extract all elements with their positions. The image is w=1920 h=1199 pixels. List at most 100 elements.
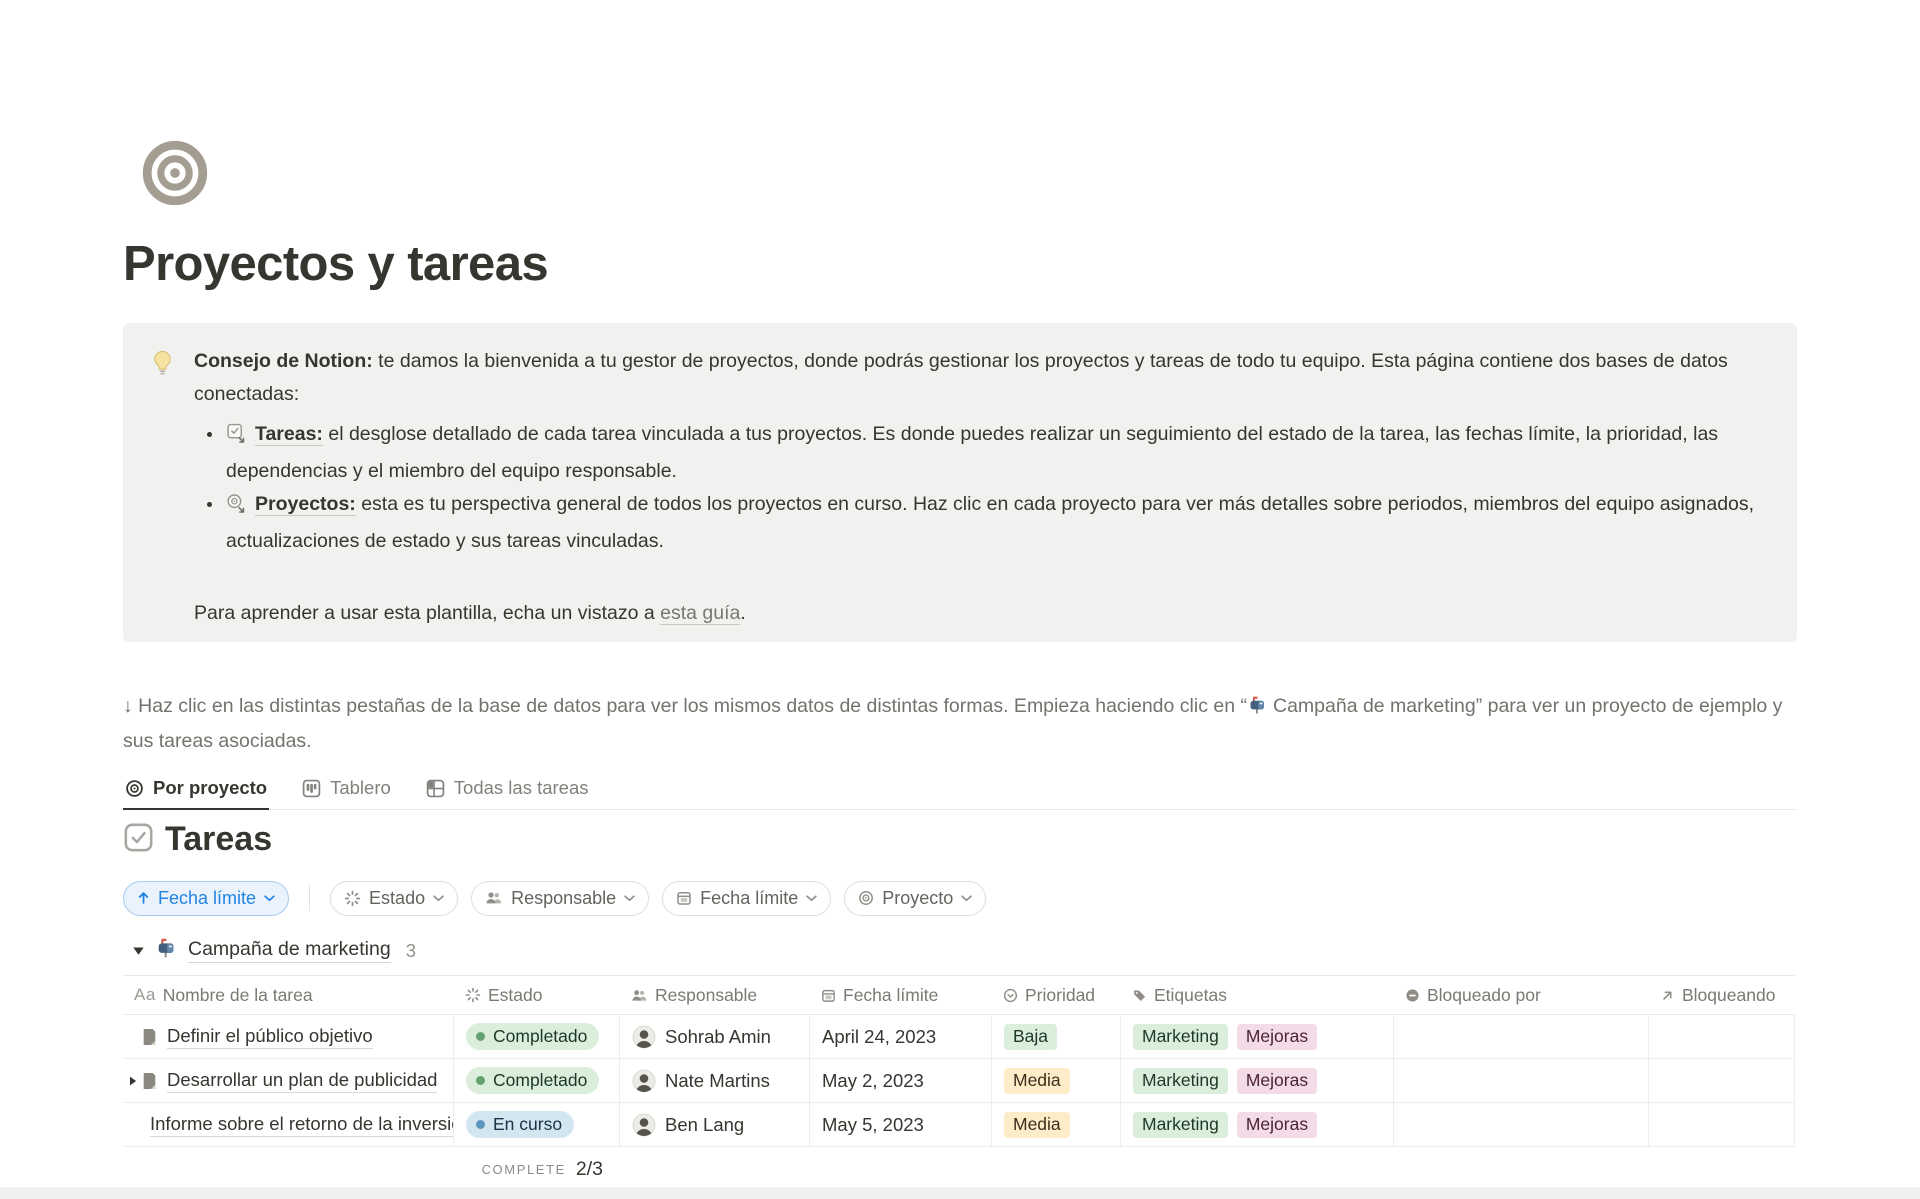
status-badge: En curso: [466, 1111, 574, 1138]
lightbulb-icon: [149, 345, 179, 642]
status-spinner-icon: [344, 890, 361, 907]
sort-asc-icon: [137, 891, 150, 905]
due-date-cell[interactable]: April 24, 2023: [810, 1015, 992, 1058]
priority-icon: [1003, 988, 1018, 1003]
callout-intro-text: te damos la bienvenida a tu gestor de pr…: [194, 350, 1728, 405]
bullet-proyectos-text: esta es tu perspectiva general de todos …: [226, 493, 1754, 552]
tag-badge: Mejoras: [1237, 1024, 1317, 1050]
mailbox-icon: [1249, 693, 1269, 725]
blocking-cell[interactable]: [1649, 1059, 1795, 1102]
tareas-section-header: Tareas: [123, 820, 272, 859]
chevron-down-icon: [264, 895, 275, 902]
filter-toolbar: Fecha límite Estado Responsable: [123, 880, 986, 916]
assignee-cell[interactable]: Sohrab Amin: [620, 1015, 810, 1058]
column-header-responsable[interactable]: Responsable: [620, 985, 810, 1006]
people-icon: [485, 890, 503, 906]
calendar-icon: [676, 890, 692, 906]
column-header-estado[interactable]: Estado: [454, 985, 620, 1006]
target-view-icon: [125, 779, 144, 798]
instruction-project: Campaña de marketing: [1273, 695, 1476, 717]
filter-estado[interactable]: Estado: [330, 881, 458, 916]
task-name-cell[interactable]: Definir el público objetivo: [123, 1015, 454, 1058]
column-header-bloqueando[interactable]: Bloqueando: [1649, 985, 1795, 1006]
column-header-nombre[interactable]: AaNombre de la tarea: [123, 985, 454, 1006]
tasks-checkbox-icon: [123, 822, 154, 858]
blocked-by-cell[interactable]: [1394, 1015, 1649, 1058]
tab-todas-las-tareas[interactable]: Todas las tareas: [424, 768, 591, 810]
callout-body: Consejo de Notion: te damos la bienvenid…: [194, 345, 1767, 642]
priority-cell[interactable]: Media: [992, 1103, 1121, 1146]
page-content: Proyectos y tareas Consejo de Notion: te…: [123, 0, 1797, 1199]
tags-cell[interactable]: Marketing Mejoras: [1121, 1015, 1394, 1058]
assignee-cell[interactable]: Nate Martins: [620, 1059, 810, 1102]
column-header-fecha-limite[interactable]: Fecha límite: [810, 985, 992, 1006]
tags-cell[interactable]: Marketing Mejoras: [1121, 1059, 1394, 1102]
toolbar-divider: [309, 885, 310, 911]
task-name-cell[interactable]: Informe sobre el retorno de la inversión: [123, 1103, 454, 1146]
tab-label: Por proyecto: [153, 777, 267, 799]
column-header-etiquetas[interactable]: Etiquetas: [1121, 985, 1394, 1006]
guide-link[interactable]: esta guía: [660, 602, 740, 625]
page-target-icon[interactable]: [141, 139, 209, 207]
tag-badge: Mejoras: [1237, 1112, 1317, 1138]
document-icon: [141, 1072, 158, 1090]
column-header-bloqueado-por[interactable]: Bloqueado por: [1394, 985, 1649, 1006]
bottom-strip: [0, 1187, 1920, 1199]
status-badge: Completado: [466, 1023, 599, 1050]
task-name: Definir el público objetivo: [167, 1025, 373, 1049]
filter-label: Proyecto: [882, 888, 953, 909]
group-name[interactable]: Campaña de marketing: [188, 938, 391, 963]
filter-proyecto[interactable]: Proyecto: [844, 881, 986, 916]
tag-badge: Marketing: [1133, 1068, 1228, 1094]
instruction-text: ↓ Haz clic en las distintas pestañas de …: [123, 690, 1797, 757]
due-date-cell[interactable]: May 2, 2023: [810, 1059, 992, 1102]
toggle-open-icon[interactable]: [132, 944, 145, 957]
blocking-cell[interactable]: [1649, 1015, 1795, 1058]
status-cell[interactable]: En curso: [454, 1103, 620, 1146]
bullet-tareas-text: el desglose detallado de cada tarea vinc…: [226, 423, 1718, 482]
proyectos-page-link[interactable]: Proyectos:: [255, 493, 356, 516]
tag-badge: Mejoras: [1237, 1068, 1317, 1094]
blocked-by-cell[interactable]: [1394, 1103, 1649, 1146]
table-row-informe-retorno: Informe sobre el retorno de la inversión…: [123, 1103, 1795, 1147]
blocking-cell[interactable]: [1649, 1103, 1795, 1146]
table-row-desarrollar-plan: Desarrollar un plan de publicidad Comple…: [123, 1059, 1795, 1103]
sort-label: Fecha límite: [158, 888, 256, 909]
filter-responsable[interactable]: Responsable: [471, 881, 649, 916]
column-label: Bloqueando: [1682, 985, 1775, 1006]
status-dot: [476, 1032, 485, 1041]
tareas-page-link[interactable]: Tareas:: [255, 423, 323, 446]
guide-line: Para aprender a usar esta plantilla, ech…: [194, 597, 1767, 630]
task-name-cell[interactable]: Desarrollar un plan de publicidad: [123, 1059, 454, 1102]
tag-badge: Marketing: [1133, 1024, 1228, 1050]
toggle-closed-icon[interactable]: [127, 1075, 138, 1086]
column-label: Nombre de la tarea: [163, 985, 313, 1006]
sort-button[interactable]: Fecha límite: [123, 881, 289, 916]
priority-cell[interactable]: Media: [992, 1059, 1121, 1102]
tab-por-proyecto[interactable]: Por proyecto: [123, 768, 269, 810]
assignee-cell[interactable]: Ben Lang: [620, 1103, 810, 1146]
callout-intro-bold: Consejo de Notion:: [194, 350, 373, 372]
status-dot: [476, 1076, 485, 1085]
tab-label: Tablero: [330, 777, 391, 799]
tab-tablero[interactable]: Tablero: [300, 768, 393, 810]
blocked-by-cell[interactable]: [1394, 1059, 1649, 1102]
calendar-icon: [821, 988, 836, 1003]
board-view-icon: [302, 779, 321, 798]
status-label: Completado: [493, 1070, 587, 1091]
tags-cell[interactable]: MarketingMejoras: [1121, 1103, 1394, 1146]
assignee-name: Nate Martins: [665, 1070, 770, 1092]
status-cell[interactable]: Completado: [454, 1015, 620, 1058]
column-header-prioridad[interactable]: Prioridad: [992, 985, 1121, 1006]
guide-text: Para aprender a usar esta plantilla, ech…: [194, 602, 660, 624]
column-label: Responsable: [655, 985, 757, 1006]
status-label: En curso: [493, 1114, 562, 1135]
status-cell[interactable]: Completado: [454, 1059, 620, 1102]
column-label: Bloqueado por: [1427, 985, 1541, 1006]
calc-label: COMPLETE: [482, 1162, 566, 1177]
status-label: Completado: [493, 1026, 587, 1047]
due-date-cell[interactable]: May 5, 2023: [810, 1103, 992, 1146]
complete-calculation[interactable]: COMPLETE 2/3: [123, 1158, 612, 1181]
priority-cell[interactable]: Baja: [992, 1015, 1121, 1058]
filter-fecha-limite[interactable]: Fecha límite: [662, 881, 831, 916]
